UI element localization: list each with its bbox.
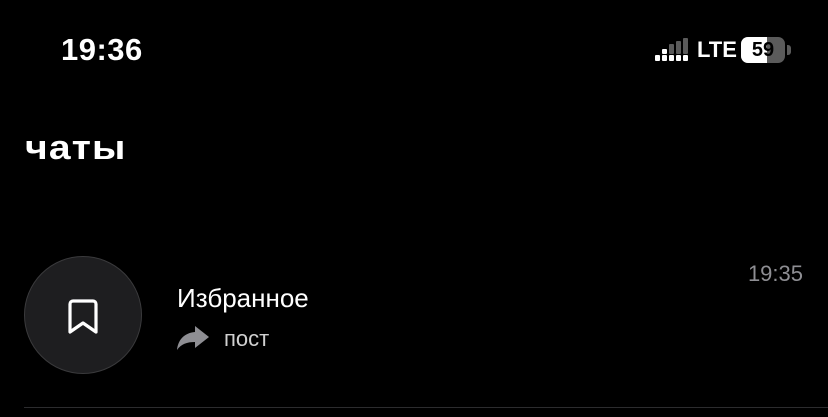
signal-strength-icon	[655, 38, 688, 61]
chat-name: Избранное	[177, 283, 309, 313]
battery-icon: 59	[741, 37, 791, 63]
divider	[24, 407, 828, 408]
status-bar: 19:36 LTE 59	[0, 0, 828, 100]
network-type: LTE	[697, 37, 737, 62]
chat-preview-text: пост	[224, 326, 270, 351]
battery-level: 59	[751, 39, 775, 61]
avatar	[24, 256, 142, 374]
status-time: 19:36	[61, 32, 143, 67]
chat-list-item[interactable]: Избранное 19:35 пост	[0, 248, 828, 388]
page-title: чаты	[25, 129, 127, 167]
bookmark-icon	[68, 299, 98, 334]
forward-arrow-icon	[177, 326, 209, 350]
chat-time: 19:35	[747, 261, 803, 286]
